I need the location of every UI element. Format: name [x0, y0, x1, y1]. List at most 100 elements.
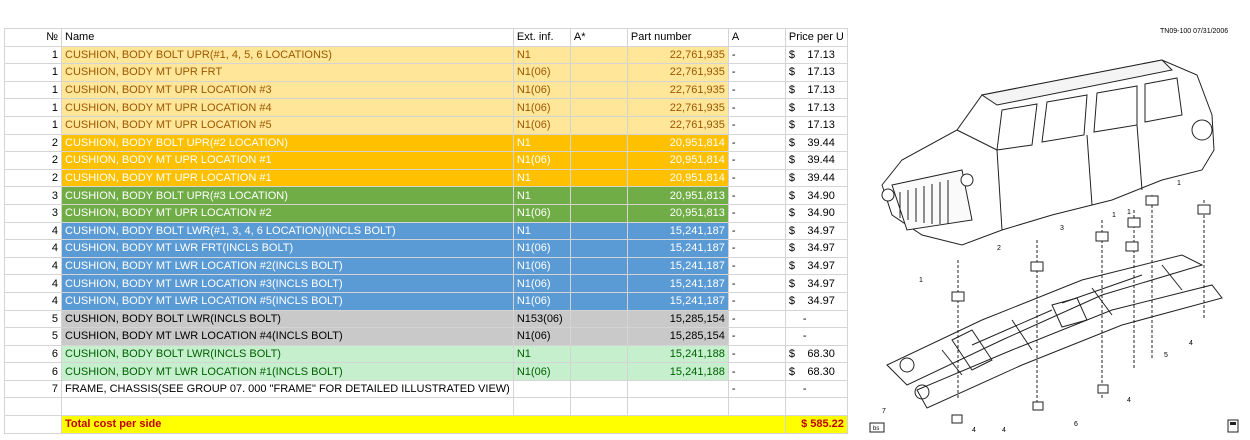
callout-7: 7: [882, 408, 886, 415]
table-row: 1 CUSHION, BODY MT UPR FRT N1(06) 22,761,93…: [4, 63, 848, 82]
price-amount: 17.13: [807, 101, 835, 114]
row-price: $17.13: [784, 98, 848, 117]
table-row: 2 CUSHION, BODY BOLT UPR(#2 LOCATION) N1 20…: [4, 133, 848, 153]
price-amount: 68.30: [807, 347, 835, 360]
row-price: $17.13: [784, 45, 848, 65]
chassis-frame-illustration: [886, 254, 1223, 409]
row-part-number: 15,241,187: [626, 221, 729, 241]
table-row: 7 FRAME, CHASSIS(SEE GROUP 07. 000 "FRAME…: [4, 379, 848, 399]
callout-4b: 4: [1127, 397, 1131, 404]
row-ext: N1: [512, 221, 571, 241]
row-price: $34.90: [784, 203, 848, 223]
price-currency: $: [788, 260, 795, 273]
empty-row: [4, 397, 848, 417]
price-currency: $: [788, 277, 795, 290]
total-num: [4, 415, 62, 434]
row-num: 6: [4, 344, 62, 364]
empty-cell: [512, 397, 571, 417]
row-name: CUSHION, BODY MT UPR LOCATION #5: [61, 115, 514, 135]
callout-4d: 4: [972, 427, 976, 434]
row-name: CUSHION, BODY MT LWR LOCATION #2(INCLS B…: [61, 256, 514, 276]
row-astar: [569, 133, 628, 153]
row-part-number: 22,761,935: [626, 80, 729, 100]
price-amount: 34.97: [807, 260, 835, 273]
row-num: 5: [4, 309, 62, 329]
row-ext: N1(06): [512, 98, 571, 117]
callout-5: 5: [1164, 352, 1168, 359]
table-row: 4 CUSHION, BODY MT LWR FRT(INCLS BOLT) N1(…: [4, 239, 848, 258]
callout-3: 3: [1060, 225, 1064, 232]
row-price: $39.44: [784, 168, 848, 188]
row-part-number: 20,951,813: [626, 186, 729, 205]
header-part-number: Part number: [626, 28, 729, 47]
price-currency: $: [788, 242, 795, 255]
row-astar: [569, 221, 628, 241]
row-price: $17.13: [784, 80, 848, 100]
price-amount: 34.97: [807, 295, 835, 308]
row-a: -: [727, 239, 786, 258]
row-ext: N1(06): [512, 63, 571, 82]
row-name: CUSHION, BODY MT UPR LOCATION #1: [61, 151, 514, 170]
row-price: $17.13: [784, 115, 848, 135]
row-a: -: [727, 221, 786, 241]
callout-2: 2: [997, 245, 1001, 252]
price-currency: $: [788, 48, 795, 61]
row-part-number: 15,241,187: [626, 291, 729, 311]
row-num: 4: [4, 221, 62, 241]
row-part-number: 15,285,154: [626, 309, 729, 329]
price-currency: $: [788, 101, 795, 114]
price-currency: $: [788, 347, 795, 360]
table-row: 5 CUSHION, BODY BOLT LWR(INCLS BOLT) N153(…: [4, 309, 848, 329]
row-name: CUSHION, BODY MT UPR LOCATION #1: [61, 168, 514, 188]
row-a: -: [727, 98, 786, 117]
header-row: № Name Ext. inf. A* Part number A Price …: [4, 28, 848, 47]
row-ext: N1(06): [512, 151, 571, 170]
row-price: $34.97: [784, 221, 848, 241]
price-amount: 34.90: [807, 189, 835, 202]
row-ext: N1(06): [512, 291, 571, 311]
row-a: -: [727, 115, 786, 135]
row-part-number: [626, 379, 729, 399]
callout-1c: 1: [919, 277, 923, 284]
table-row: 1 CUSHION, BODY BOLT UPR(#1, 4, 5, 6 LOCA…: [4, 45, 848, 65]
row-ext: N1: [512, 45, 571, 65]
vehicle-body-illustration: [881, 59, 1215, 246]
row-num: 4: [4, 239, 62, 258]
row-part-number: 20,951,814: [626, 168, 729, 188]
row-astar: [569, 239, 628, 258]
callout-1b: 1: [1112, 212, 1116, 219]
row-num: 2: [4, 168, 62, 188]
row-part-number: 22,761,935: [626, 115, 729, 135]
header-num: №: [4, 28, 62, 47]
row-astar: [569, 344, 628, 364]
row-astar: [569, 362, 628, 381]
row-num: 3: [4, 203, 62, 223]
row-ext: N1(06): [512, 80, 571, 100]
row-name: CUSHION, BODY MT LWR LOCATION #1(INCLS B…: [61, 362, 514, 381]
row-num: 3: [4, 186, 62, 205]
row-astar: [569, 274, 628, 293]
row-astar: [569, 151, 628, 170]
price-currency: $: [788, 172, 795, 185]
corner-box: bs: [869, 422, 885, 433]
table-row: 1 CUSHION, BODY MT UPR LOCATION #5 N1(06) 2…: [4, 115, 848, 135]
table-row: 3 CUSHION, BODY BOLT UPR(#3 LOCATION) N1 20…: [4, 186, 848, 205]
row-name: CUSHION, BODY BOLT UPR(#3 LOCATION): [61, 186, 514, 205]
callout-4a: 4: [1189, 340, 1193, 347]
price-amount: 68.30: [807, 365, 835, 378]
empty-cell: [727, 397, 786, 417]
table-row: 3 CUSHION, BODY MT UPR LOCATION #2 N1(06) 2…: [4, 203, 848, 223]
row-a: -: [727, 63, 786, 82]
price-amount: 34.97: [807, 242, 835, 255]
row-price: $34.90: [784, 186, 848, 205]
row-num: 5: [4, 327, 62, 346]
row-name: CUSHION, BODY MT UPR FRT: [61, 63, 514, 82]
row-ext: N1: [512, 186, 571, 205]
row-num: 2: [4, 151, 62, 170]
row-num: 4: [4, 274, 62, 293]
empty-cell: [569, 397, 628, 417]
row-price: $34.97: [784, 256, 848, 276]
price-amount: 39.44: [807, 172, 835, 185]
header-name: Name: [61, 28, 514, 47]
table-row: 5 CUSHION, BODY MT LWR LOCATION #4(INCLS …: [4, 327, 848, 346]
